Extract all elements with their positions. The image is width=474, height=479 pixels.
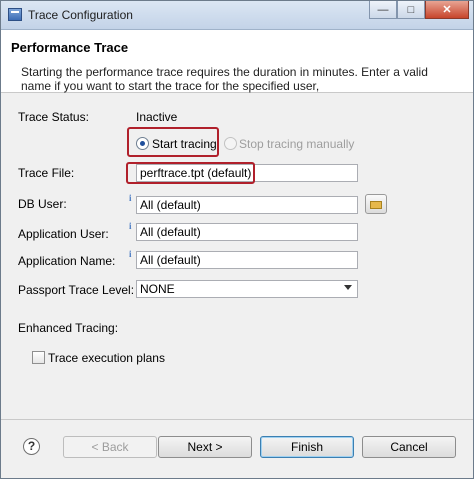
- application-name-info-icon: i: [129, 249, 132, 259]
- db-user-input[interactable]: All (default): [136, 196, 358, 214]
- trace-execution-plans-checkbox[interactable]: [32, 351, 45, 364]
- trace-status-label: Trace Status:: [18, 110, 89, 124]
- trace-configuration-dialog: Trace Configuration — □ ✕ Performance Tr…: [0, 0, 474, 479]
- close-icon[interactable]: ✕: [425, 1, 469, 19]
- dialog-header: Performance Trace Starting the performan…: [1, 30, 473, 93]
- finish-button[interactable]: Finish: [260, 436, 354, 458]
- title-bar[interactable]: Trace Configuration — □ ✕: [1, 1, 473, 30]
- chevron-down-icon: [344, 285, 352, 290]
- stop-tracing-label[interactable]: Stop tracing manually: [239, 137, 354, 151]
- enhanced-tracing-label: Enhanced Tracing:: [18, 321, 119, 335]
- passport-trace-level-select[interactable]: NONE: [136, 280, 358, 298]
- back-button[interactable]: < Back: [63, 436, 157, 458]
- application-name-input[interactable]: All (default): [136, 251, 358, 269]
- application-user-info-icon: i: [129, 221, 132, 231]
- browse-users-button[interactable]: [365, 194, 387, 214]
- page-description: Starting the performance trace requires …: [21, 65, 428, 93]
- db-user-info-icon: i: [129, 193, 132, 203]
- window-title: Trace Configuration: [28, 8, 133, 22]
- app-window-icon: [8, 8, 22, 21]
- application-user-input[interactable]: All (default): [136, 223, 358, 241]
- maximize-icon[interactable]: □: [397, 1, 425, 19]
- cancel-button[interactable]: Cancel: [362, 436, 456, 458]
- next-button[interactable]: Next >: [158, 436, 252, 458]
- trace-file-highlight: [126, 162, 255, 184]
- passport-trace-level-value: NONE: [140, 282, 175, 296]
- window-controls: — □ ✕: [369, 1, 469, 21]
- passport-trace-level-label: Passport Trace Level:: [18, 283, 135, 297]
- start-tracing-label[interactable]: Start tracing: [152, 137, 217, 151]
- application-name-label: Application Name:: [18, 254, 116, 268]
- minimize-icon[interactable]: —: [369, 1, 397, 19]
- help-icon[interactable]: ?: [23, 438, 40, 455]
- stop-tracing-radio[interactable]: [224, 137, 237, 150]
- db-user-label: DB User:: [18, 197, 67, 211]
- trace-file-label: Trace File:: [18, 166, 75, 180]
- application-user-label: Application User:: [18, 227, 109, 241]
- trace-execution-plans-label[interactable]: Trace execution plans: [48, 351, 165, 365]
- trace-status-value: Inactive: [136, 110, 178, 124]
- start-tracing-radio[interactable]: [136, 137, 149, 150]
- footer-separator: [1, 419, 473, 420]
- page-title: Performance Trace: [11, 40, 129, 55]
